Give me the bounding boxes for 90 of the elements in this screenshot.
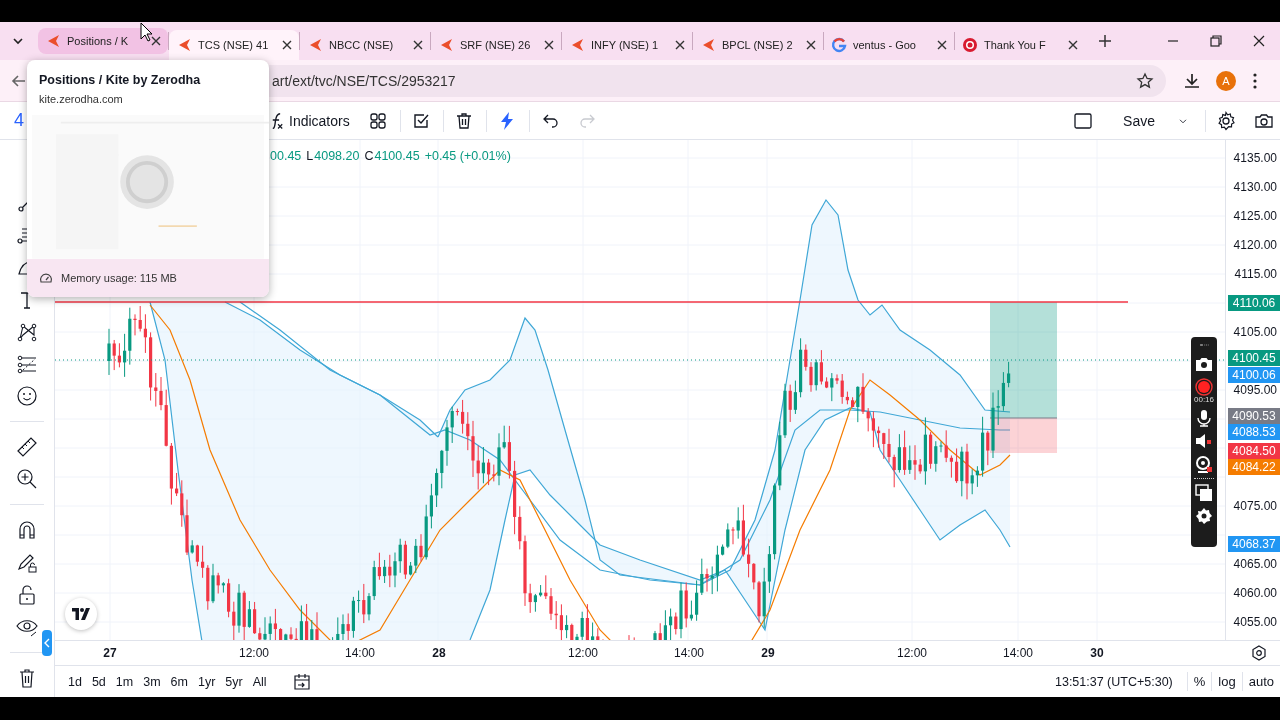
range-button[interactable]: All [247, 672, 272, 691]
price-tick: 4055.00 [1233, 615, 1277, 629]
time-label: 12:00 [897, 646, 927, 660]
price-badge: 4088.53 [1228, 424, 1280, 441]
price-tick: 4115.00 [1234, 267, 1277, 281]
webcam-icon[interactable] [1195, 455, 1213, 473]
settings-icon[interactable] [1195, 507, 1213, 525]
browser-tab[interactable]: ventus - Goo [824, 30, 954, 60]
speaker-icon[interactable] [1195, 432, 1213, 450]
price-badge: 4090.53 [1228, 407, 1280, 424]
scale-button[interactable]: log [1211, 672, 1242, 691]
function-icon [272, 112, 283, 129]
settings-icon[interactable] [1250, 645, 1267, 661]
legend-value: 4100.45 [374, 149, 420, 163]
browser-tab[interactable]: Positions / K [38, 28, 168, 54]
range-button[interactable]: 1yr [192, 672, 221, 691]
close-icon[interactable] [282, 40, 292, 50]
browser-tab[interactable]: BPCL (NSE) 2 [693, 30, 823, 60]
browser-tab[interactable]: NBCC (NSE) [300, 30, 430, 60]
price-badge: 4084.22 [1228, 459, 1280, 476]
legend-label: C [364, 149, 374, 163]
logo-icon[interactable] [65, 598, 97, 630]
star-icon[interactable] [1136, 71, 1154, 90]
price-badge: 4100.06 [1228, 366, 1280, 383]
legend-value: 00.45 [270, 149, 302, 163]
range-button[interactable]: 5d [86, 672, 111, 691]
time-label: 14:00 [674, 646, 704, 660]
price-tick: 4060.00 [1233, 586, 1277, 600]
plus-icon[interactable] [1098, 34, 1112, 48]
cursor-icon [140, 22, 153, 42]
collapse-handle[interactable] [42, 630, 52, 656]
scale-button[interactable]: auto [1241, 672, 1280, 691]
close-icon[interactable] [151, 36, 161, 46]
browser-tab[interactable]: TCS (NSE) 41 [169, 30, 299, 60]
restore-icon[interactable] [1209, 35, 1222, 47]
camera-icon[interactable] [1195, 355, 1213, 373]
time-label: 14:00 [345, 646, 375, 660]
time-label: 12:00 [568, 646, 598, 660]
indicators-button[interactable]: Indicators [266, 104, 356, 137]
time-label: 12:00 [239, 646, 269, 660]
ring-icon [831, 37, 847, 53]
clock-text: 13:51:37 (UTC+5:30) [1055, 674, 1173, 689]
range-button[interactable]: 3m [138, 672, 166, 691]
browser-tab[interactable]: SRF (NSE) 26 [431, 30, 561, 60]
close-icon[interactable] [806, 40, 816, 50]
time-label: 27 [103, 646, 117, 660]
card-title: Positions / Kite by Zerodha [38, 72, 202, 87]
price-badge: 4100.45 [1228, 350, 1280, 367]
legend-label: L [306, 149, 314, 163]
range-button[interactable]: 6m [165, 672, 193, 691]
recording-timer: 00:16 [1194, 395, 1214, 404]
interval-text: 4 [13, 110, 25, 131]
price-tick: 4135.00 [1233, 151, 1277, 165]
record-icon[interactable] [1195, 378, 1213, 396]
legend-value: 4098.20 [314, 149, 360, 163]
price-tick: 4095.00 [1233, 383, 1277, 397]
long-position-drawing[interactable] [989, 302, 1058, 453]
price-tick: 4105.00 [1233, 325, 1277, 339]
time-label: 30 [1090, 646, 1104, 660]
close-icon[interactable] [675, 40, 685, 50]
price-tick: 4130.00 [1233, 180, 1277, 194]
price-tick: 4075.00 [1233, 499, 1277, 513]
close-icon[interactable] [1252, 35, 1265, 47]
scale-button[interactable]: % [1186, 672, 1212, 691]
close-icon[interactable] [1068, 40, 1078, 50]
time-label: 29 [761, 646, 775, 660]
range-button[interactable]: 1d [63, 672, 87, 691]
microphone-icon[interactable] [1195, 409, 1213, 427]
price-tick: 4065.00 [1233, 557, 1277, 571]
time-label: 14:00 [1003, 646, 1033, 660]
record-icon [962, 37, 978, 53]
windows-icon[interactable] [1195, 484, 1213, 502]
browser-tab[interactable]: INFY (NSE) 1 [562, 30, 692, 60]
more-icon[interactable] [1252, 71, 1258, 90]
calendar-icon[interactable] [291, 671, 312, 692]
price-tick: 4120.00 [1233, 238, 1277, 252]
save-button[interactable]: Save [1117, 104, 1161, 137]
close-icon[interactable] [544, 40, 554, 50]
range-button[interactable]: 5yr [220, 672, 248, 691]
memory-usage-text: Memory usage: 115 MB [61, 271, 177, 284]
price-badge: 4084.50 [1228, 442, 1280, 459]
browser-tab[interactable]: Thank You F [955, 30, 1085, 60]
range-button[interactable]: 1m [110, 672, 139, 691]
price-badge: 4068.37 [1228, 536, 1280, 553]
price-badge: 4110.06 [1228, 294, 1280, 311]
price-tick: 4125.00 [1233, 209, 1277, 223]
close-icon[interactable] [937, 40, 947, 50]
legend-value: +0.45 (+0.01%) [424, 149, 511, 163]
close-icon[interactable] [413, 40, 423, 50]
time-label: 28 [432, 646, 446, 660]
